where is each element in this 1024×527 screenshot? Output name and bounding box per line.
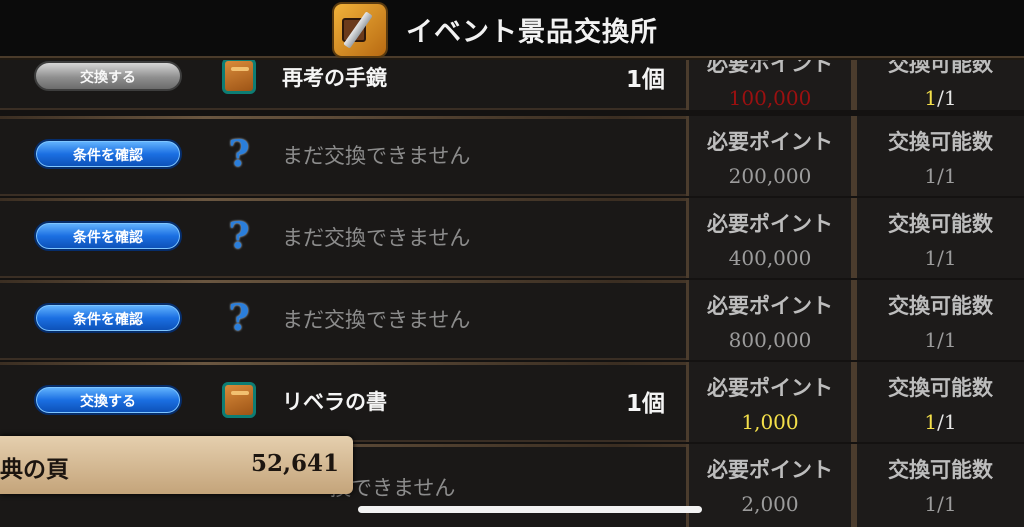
- item-quantity: 1個: [626, 391, 666, 417]
- count-value: 1/1: [924, 86, 957, 110]
- question-icon: ?: [228, 215, 250, 257]
- points-value: 1,000: [741, 410, 799, 434]
- owned-points-value: 52,641: [250, 450, 339, 477]
- owned-points-label: 典の頁: [0, 457, 69, 483]
- list-item: 条件を確認 ? まだ交換できません 必要ポイント 800,000 交換可能数 1…: [0, 280, 1024, 360]
- owned-points-panel: 典の頁 52,641: [0, 436, 353, 494]
- points-value: 800,000: [728, 328, 812, 352]
- event-exchange-icon: [332, 2, 388, 58]
- item-name: まだ交換できません: [282, 144, 471, 168]
- points-label: 必要ポイント: [707, 376, 833, 400]
- count-value: 1/1: [924, 410, 957, 434]
- item-name: まだ交換できません: [282, 308, 471, 332]
- count-label: 交換可能数: [888, 294, 993, 318]
- item-name: リベラの書: [282, 390, 387, 414]
- points-value: 2,000: [741, 492, 799, 516]
- points-cell: 必要ポイント 400,000: [686, 198, 854, 278]
- question-icon: ?: [228, 297, 250, 339]
- points-label: 必要ポイント: [707, 212, 833, 236]
- points-cell: 必要ポイント 200,000: [686, 116, 854, 196]
- list-item: 条件を確認 ? まだ交換できません 必要ポイント 200,000 交換可能数 1…: [0, 116, 1024, 196]
- item-name: 再考の手鏡: [282, 66, 387, 90]
- list-item: 条件を確認 ? まだ交換できません 必要ポイント 400,000 交換可能数 1…: [0, 198, 1024, 278]
- points-cell: 必要ポイント 1,000: [686, 362, 854, 442]
- page-title: イベント景品交換所: [406, 17, 658, 48]
- book-icon: [222, 382, 256, 418]
- points-label: 必要ポイント: [707, 294, 833, 318]
- item-name: まだ交換できません: [282, 226, 471, 250]
- check-conditions-button[interactable]: 条件を確認: [34, 139, 182, 169]
- count-cell: 交換可能数 1/1: [854, 362, 1024, 442]
- check-conditions-button[interactable]: 条件を確認: [34, 303, 182, 333]
- points-cell: 必要ポイント 800,000: [686, 280, 854, 360]
- count-cell: 交換可能数 1/1: [854, 198, 1024, 278]
- home-indicator[interactable]: [358, 506, 702, 513]
- item-quantity: 1個: [626, 67, 666, 93]
- points-label: 必要ポイント: [707, 458, 833, 482]
- count-label: 交換可能数: [888, 130, 993, 154]
- points-value: 200,000: [728, 164, 812, 188]
- count-label: 交換可能数: [888, 212, 993, 236]
- count-value: 1/1: [924, 246, 957, 270]
- points-label: 必要ポイント: [707, 130, 833, 154]
- exchange-button[interactable]: 交換する: [34, 61, 182, 91]
- count-label: 交換可能数: [888, 458, 993, 482]
- count-value: 1/1: [924, 328, 957, 352]
- count-label: 交換可能数: [888, 376, 993, 400]
- header-bar: イベント景品交換所: [0, 0, 1024, 58]
- check-conditions-button[interactable]: 条件を確認: [34, 221, 182, 251]
- count-cell: 交換可能数 1/1: [854, 444, 1024, 527]
- exchange-button[interactable]: 交換する: [34, 385, 182, 415]
- book-icon: [222, 58, 256, 94]
- count-cell: 交換可能数 1/1: [854, 116, 1024, 196]
- points-value: 400,000: [728, 246, 812, 270]
- question-icon: ?: [228, 133, 250, 175]
- count-value: 1/1: [924, 492, 957, 516]
- list-item: 交換する リベラの書 1個 必要ポイント 1,000 交換可能数 1/1: [0, 362, 1024, 442]
- points-value: 100,000: [728, 86, 812, 110]
- count-cell: 交換可能数 1/1: [854, 280, 1024, 360]
- count-value: 1/1: [924, 164, 957, 188]
- points-cell: 必要ポイント 2,000: [686, 444, 854, 527]
